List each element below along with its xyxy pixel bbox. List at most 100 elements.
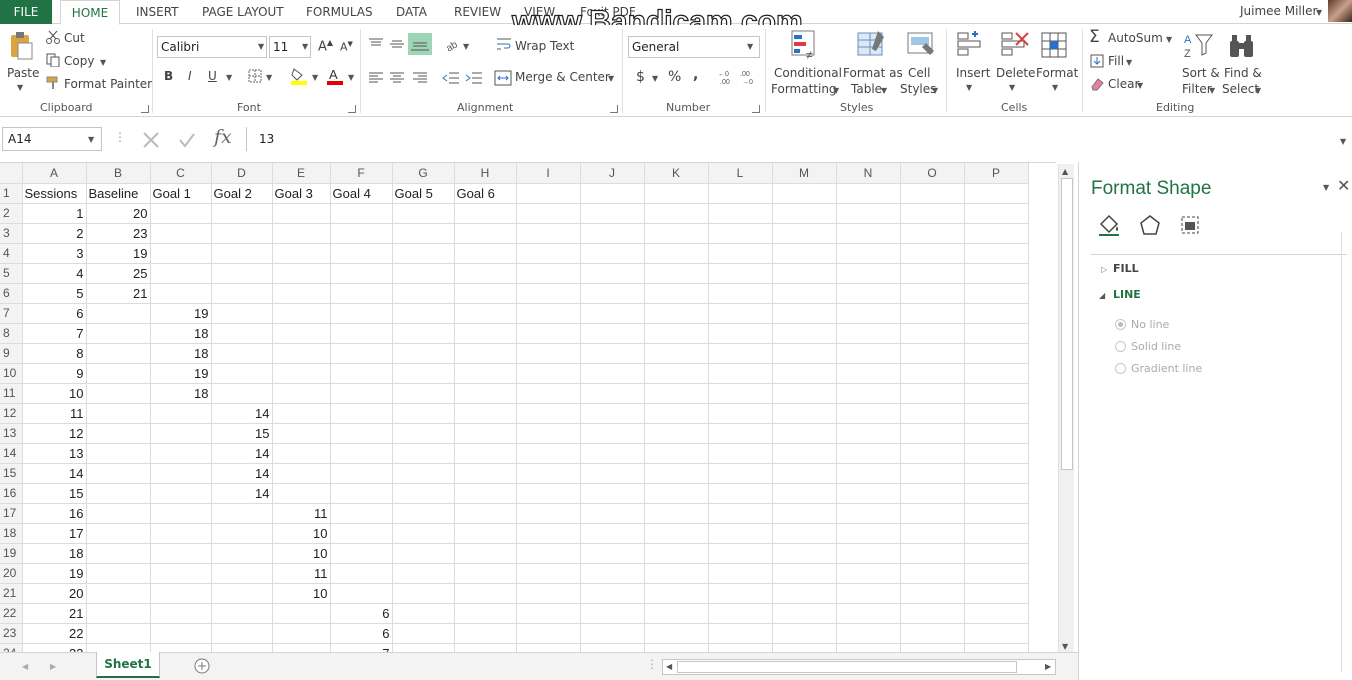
cell[interactable] xyxy=(644,463,709,484)
cell[interactable] xyxy=(836,623,901,644)
cell[interactable] xyxy=(964,643,1029,652)
cell[interactable] xyxy=(150,463,212,484)
cell[interactable] xyxy=(964,203,1029,224)
cell[interactable] xyxy=(516,343,581,364)
cell[interactable] xyxy=(772,563,837,584)
cell[interactable] xyxy=(86,643,151,652)
cell[interactable] xyxy=(392,323,455,344)
cell[interactable] xyxy=(150,523,212,544)
collapse-icon[interactable]: ◢ xyxy=(1099,291,1105,300)
chevron-down-icon[interactable]: ▼ xyxy=(266,73,272,82)
chevron-down-icon[interactable]: ▼ xyxy=(1166,35,1172,44)
cell[interactable] xyxy=(86,543,151,564)
cell[interactable] xyxy=(580,523,645,544)
prev-sheet-icon[interactable]: ◀ xyxy=(22,662,28,671)
cell[interactable] xyxy=(392,243,455,264)
cell[interactable]: 12 xyxy=(22,423,87,444)
chevron-down-icon[interactable]: ▼ xyxy=(1009,83,1015,92)
chevron-down-icon[interactable]: ▼ xyxy=(833,86,839,95)
cell[interactable] xyxy=(330,243,393,264)
cell[interactable] xyxy=(86,423,151,444)
column-header[interactable]: A xyxy=(22,163,87,184)
font-name-box[interactable]: Calibri xyxy=(157,36,267,58)
cell[interactable] xyxy=(644,383,709,404)
cell[interactable]: Goal 6 xyxy=(454,183,517,204)
cell[interactable] xyxy=(272,603,331,624)
cell[interactable] xyxy=(708,443,773,464)
bold-button[interactable]: B xyxy=(164,69,173,83)
cell[interactable] xyxy=(964,223,1029,244)
cell[interactable] xyxy=(86,463,151,484)
size-properties-icon[interactable] xyxy=(1179,214,1201,236)
fill-section-header[interactable]: FILL xyxy=(1113,262,1139,275)
cell[interactable] xyxy=(580,323,645,344)
insert-function-button[interactable]: fx xyxy=(214,126,232,148)
cell[interactable] xyxy=(708,523,773,544)
scroll-right-icon[interactable]: ▶ xyxy=(1045,662,1051,671)
cell[interactable]: Baseline xyxy=(86,183,151,204)
italic-button[interactable]: I xyxy=(188,69,192,83)
column-header[interactable]: C xyxy=(150,163,212,184)
cell[interactable] xyxy=(580,643,645,652)
cell[interactable] xyxy=(708,243,773,264)
cell[interactable] xyxy=(580,223,645,244)
cell[interactable]: 10 xyxy=(22,383,87,404)
chevron-down-icon[interactable]: ▼ xyxy=(1255,86,1261,95)
cell[interactable] xyxy=(580,563,645,584)
cell[interactable] xyxy=(86,603,151,624)
cell[interactable] xyxy=(836,383,901,404)
enter-icon[interactable] xyxy=(178,131,196,149)
cell[interactable] xyxy=(454,303,517,324)
cell[interactable]: 20 xyxy=(22,583,87,604)
cell[interactable]: 14 xyxy=(211,483,273,504)
cell[interactable] xyxy=(272,423,331,444)
cell[interactable] xyxy=(454,243,517,264)
cell[interactable] xyxy=(708,303,773,324)
autosum-button[interactable]: AutoSum xyxy=(1108,31,1163,45)
cell[interactable] xyxy=(580,443,645,464)
cell[interactable] xyxy=(772,323,837,344)
chevron-down-icon[interactable]: ▼ xyxy=(88,135,94,144)
cell[interactable] xyxy=(772,423,837,444)
cell[interactable] xyxy=(900,463,965,484)
cell[interactable] xyxy=(516,243,581,264)
cell[interactable]: 19 xyxy=(150,303,212,324)
cell[interactable]: 8 xyxy=(22,343,87,364)
chevron-down-icon[interactable]: ▼ xyxy=(652,74,658,83)
cell[interactable] xyxy=(900,383,965,404)
cell[interactable] xyxy=(392,503,455,524)
orientation-icon[interactable]: ab xyxy=(444,37,460,54)
column-header[interactable]: G xyxy=(392,163,455,184)
cell[interactable] xyxy=(86,623,151,644)
cell[interactable] xyxy=(211,263,273,284)
cell[interactable]: 6 xyxy=(22,303,87,324)
cell[interactable] xyxy=(964,383,1029,404)
cell[interactable] xyxy=(330,263,393,284)
tab-review[interactable]: REVIEW xyxy=(454,0,501,24)
cancel-icon[interactable] xyxy=(142,131,160,149)
cell[interactable] xyxy=(516,543,581,564)
cell[interactable] xyxy=(708,583,773,604)
cell[interactable] xyxy=(516,303,581,324)
column-header[interactable]: L xyxy=(708,163,773,184)
solid-line-label[interactable]: Solid line xyxy=(1131,340,1181,353)
cell[interactable] xyxy=(454,583,517,604)
cell[interactable] xyxy=(772,583,837,604)
cell[interactable] xyxy=(516,603,581,624)
cell[interactable] xyxy=(392,603,455,624)
cell[interactable] xyxy=(644,403,709,424)
cell[interactable] xyxy=(708,563,773,584)
cell[interactable] xyxy=(644,323,709,344)
cell[interactable] xyxy=(900,203,965,224)
cell[interactable] xyxy=(272,363,331,384)
font-color-icon[interactable]: A xyxy=(326,67,344,85)
cell[interactable] xyxy=(211,243,273,264)
row-header[interactable]: 5 xyxy=(0,263,23,284)
cell[interactable] xyxy=(964,283,1029,304)
chevron-down-icon[interactable]: ▼ xyxy=(17,83,23,92)
cell[interactable] xyxy=(580,363,645,384)
cell[interactable] xyxy=(580,463,645,484)
cell[interactable] xyxy=(454,323,517,344)
cell[interactable] xyxy=(211,523,273,544)
paste-icon[interactable] xyxy=(8,31,34,61)
